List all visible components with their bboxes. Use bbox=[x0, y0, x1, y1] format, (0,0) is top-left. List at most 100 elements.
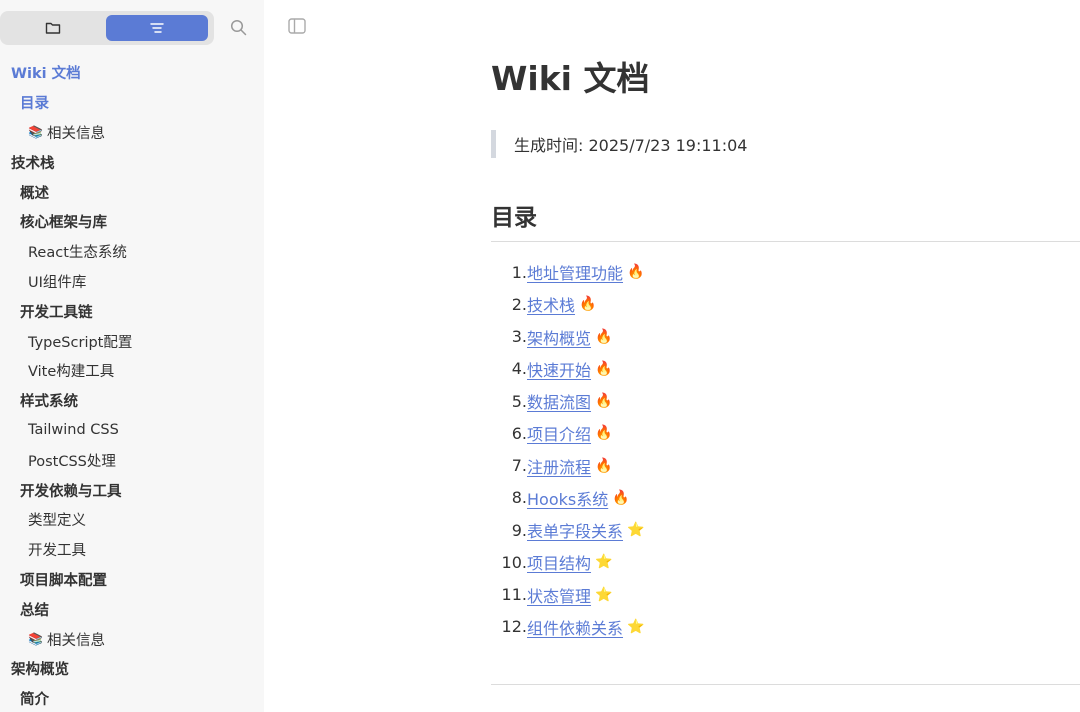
star-icon: ⭐ bbox=[595, 554, 613, 571]
star-icon: ⭐ bbox=[627, 618, 645, 635]
outline-item-label: 简介 bbox=[20, 692, 49, 709]
outline-item-label: Vite构建工具 bbox=[28, 364, 115, 381]
generated-time-quote: 生成时间: 2025/7/23 19:11:04 bbox=[491, 130, 747, 158]
toc-item: 6. 项目介绍 🔥 bbox=[491, 417, 891, 449]
fire-icon: 🔥 bbox=[595, 360, 613, 377]
star-icon: ⭐ bbox=[627, 522, 645, 539]
outline-item[interactable]: 核心框架与库 bbox=[0, 207, 264, 237]
star-icon: ⭐ bbox=[595, 586, 613, 603]
toc-item: 7. 注册流程 🔥 bbox=[491, 450, 891, 482]
outline-item-label: 开发工具链 bbox=[20, 304, 93, 321]
toc-item-number: 1. bbox=[511, 262, 527, 282]
toc-link[interactable]: 注册流程 bbox=[527, 454, 591, 478]
toc-item-number: 4. bbox=[511, 359, 527, 379]
toc-item: 10. 项目结构 ⭐ bbox=[491, 546, 891, 578]
toc-item-number: 8. bbox=[511, 488, 527, 508]
toc-link[interactable]: Hooks系统 bbox=[527, 486, 608, 510]
outline-tree: Wiki 文档 目录 📚 相关信息 技术栈 概述 核心框架与库 React生态系统 UI组件库开… bbox=[0, 58, 264, 712]
outline-item[interactable]: 简介 bbox=[0, 684, 264, 712]
outline-item[interactable]: 总结 bbox=[0, 594, 264, 624]
outline-item-label: 核心框架与库 bbox=[20, 215, 107, 232]
toc-item-number: 11. bbox=[501, 585, 527, 605]
outline-item-label: 类型定义 bbox=[28, 513, 86, 530]
fire-icon: 🔥 bbox=[595, 457, 613, 474]
outline-item[interactable]: 开发工具 bbox=[0, 535, 264, 565]
outline-item-label: 相关信息 bbox=[46, 125, 105, 142]
outline-item[interactable]: 样式系统 bbox=[0, 386, 264, 416]
toc-item: 12. 组件依赖关系 ⭐ bbox=[491, 611, 891, 643]
outline-item-label: 开发依赖与工具 bbox=[20, 483, 122, 500]
outline-icon bbox=[150, 23, 164, 33]
toc-link[interactable]: 数据流图 bbox=[527, 389, 591, 413]
toc-item-number: 9. bbox=[511, 520, 527, 540]
fire-icon: 🔥 bbox=[595, 328, 613, 345]
toc-item-number: 5. bbox=[511, 391, 527, 411]
toc-item: 9. 表单字段关系 ⭐ bbox=[491, 514, 891, 546]
toc-link[interactable]: 快速开始 bbox=[527, 357, 591, 381]
outline-item[interactable]: Vite构建工具 bbox=[0, 356, 264, 386]
outline-item[interactable]: 类型定义 bbox=[0, 505, 264, 535]
fire-icon: 🔥 bbox=[595, 425, 613, 442]
sidebar-toggle-icon bbox=[288, 18, 306, 34]
outline-item[interactable]: 概述 bbox=[0, 177, 264, 207]
document-content: Wiki 文档 生成时间: 2025/7/23 19:11:04 目录 1. 地址… bbox=[491, 0, 1080, 712]
outline-item-label: 目录 bbox=[20, 96, 49, 113]
toc-link[interactable]: 项目介绍 bbox=[527, 421, 591, 445]
toc-item-number: 10. bbox=[501, 552, 527, 572]
toc-list: 1. 地址管理功能 🔥 2. 技术栈 🔥 3. 架构概览 🔥 4. 快速开始 🔥 5. 数据流图 🔥 6. 项目… bbox=[491, 256, 891, 643]
books-icon: 📚 bbox=[28, 125, 43, 140]
outline-item[interactable]: TypeScript配置 bbox=[0, 326, 264, 356]
toc-item-number: 12. bbox=[501, 617, 527, 637]
toc-item-number: 3. bbox=[511, 327, 527, 347]
search-icon bbox=[230, 19, 246, 35]
outline-item[interactable]: 开发工具链 bbox=[0, 296, 264, 326]
outline-item[interactable]: React生态系统 bbox=[0, 237, 264, 267]
folder-icon bbox=[45, 22, 61, 34]
outline-item-label: TypeScript配置 bbox=[28, 334, 133, 351]
toc-item-number: 2. bbox=[511, 294, 527, 314]
outline-item[interactable]: 目录 bbox=[0, 88, 264, 118]
toc-item: 3. 架构概览 🔥 bbox=[491, 321, 891, 353]
outline-tab[interactable] bbox=[106, 15, 208, 41]
outline-item-label: 总结 bbox=[20, 602, 49, 619]
outline-item-label: 开发工具 bbox=[28, 543, 86, 560]
outline-item-label: Wiki 文档 bbox=[11, 66, 81, 83]
toc-item-number: 6. bbox=[511, 423, 527, 443]
outline-item-label: 样式系统 bbox=[20, 394, 78, 411]
toc-link[interactable]: 组件依赖关系 bbox=[527, 615, 623, 639]
section-divider bbox=[491, 684, 1080, 685]
outline-item[interactable]: Wiki 文档 bbox=[0, 58, 264, 88]
outline-item[interactable]: Tailwind CSS bbox=[0, 416, 264, 446]
outline-item[interactable]: PostCSS处理 bbox=[0, 445, 264, 475]
toc-item: 1. 地址管理功能 🔥 bbox=[491, 256, 891, 288]
outline-item-label: 概述 bbox=[20, 185, 49, 202]
sidebar: Wiki 文档 目录 📚 相关信息 技术栈 概述 核心框架与库 React生态系统 UI组件库开… bbox=[0, 0, 264, 712]
outline-item[interactable]: 技术栈 bbox=[0, 147, 264, 177]
outline-item-label: 技术栈 bbox=[11, 155, 55, 172]
toc-link[interactable]: 项目结构 bbox=[527, 550, 591, 574]
fire-icon: 🔥 bbox=[595, 393, 613, 410]
fire-icon: 🔥 bbox=[612, 489, 630, 506]
toc-item: 2. 技术栈 🔥 bbox=[491, 288, 891, 320]
outline-item-label: React生态系统 bbox=[28, 245, 127, 262]
toc-link[interactable]: 状态管理 bbox=[527, 583, 591, 607]
outline-item[interactable]: 📚 相关信息 bbox=[0, 624, 264, 654]
outline-item[interactable]: 架构概览 bbox=[0, 654, 264, 684]
files-tab[interactable] bbox=[2, 15, 104, 41]
outline-item[interactable]: 开发依赖与工具 bbox=[0, 475, 264, 505]
toc-link[interactable]: 地址管理功能 bbox=[527, 260, 623, 284]
toc-link[interactable]: 表单字段关系 bbox=[527, 518, 623, 542]
sidebar-toggle-button[interactable] bbox=[288, 18, 308, 36]
toc-item: 11. 状态管理 ⭐ bbox=[491, 579, 891, 611]
outline-item[interactable]: UI组件库 bbox=[0, 267, 264, 297]
toc-link[interactable]: 架构概览 bbox=[527, 325, 591, 349]
outline-item-label: 项目脚本配置 bbox=[20, 572, 107, 589]
outline-item-label: UI组件库 bbox=[28, 274, 87, 291]
outline-item-label: PostCSS处理 bbox=[28, 453, 116, 470]
heading-divider bbox=[491, 241, 1080, 242]
toc-item: 4. 快速开始 🔥 bbox=[491, 353, 891, 385]
outline-item[interactable]: 📚 相关信息 bbox=[0, 118, 264, 148]
outline-item[interactable]: 项目脚本配置 bbox=[0, 565, 264, 595]
toc-link[interactable]: 技术栈 bbox=[527, 292, 575, 316]
search-button[interactable] bbox=[228, 17, 248, 37]
